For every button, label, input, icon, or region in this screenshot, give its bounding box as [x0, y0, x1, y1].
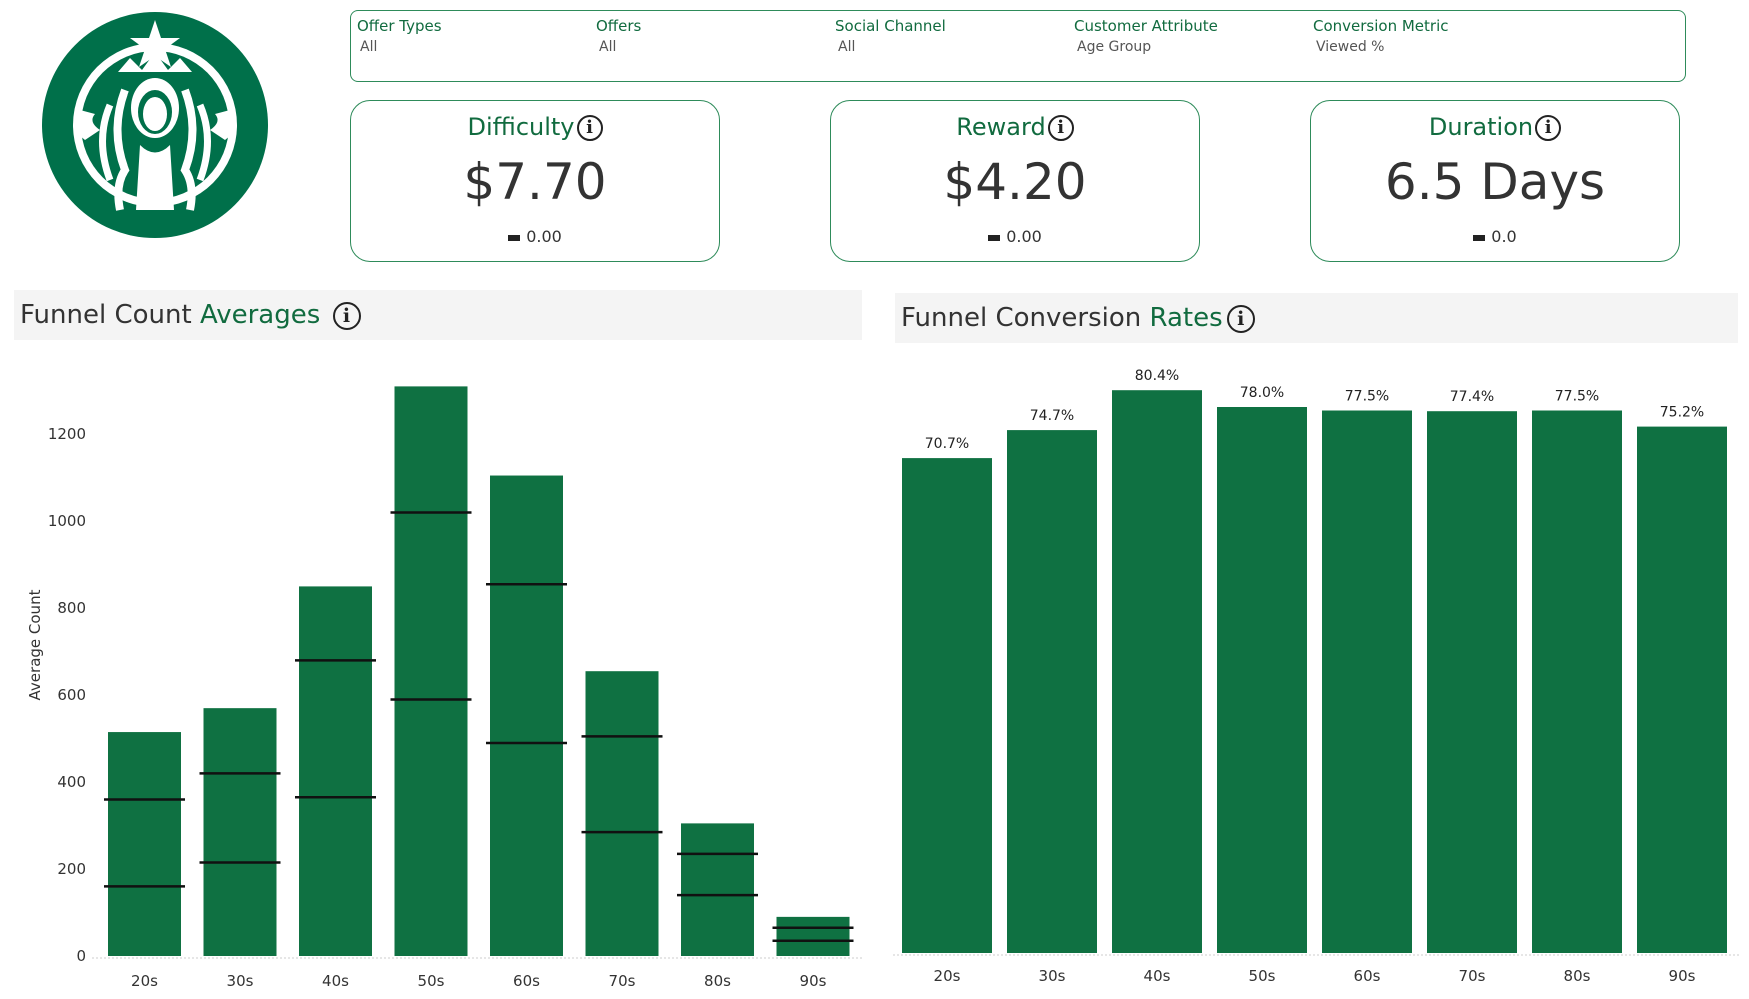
data-label: 77.5% — [1555, 389, 1599, 405]
bar — [394, 386, 468, 956]
kpi-value: $7.70 — [463, 153, 607, 211]
x-tick-label: 20s — [131, 972, 158, 990]
bar — [1637, 426, 1727, 954]
bar — [490, 475, 563, 956]
kpi-delta-value: 0.0 — [1491, 227, 1517, 246]
filter-value: All — [599, 39, 617, 55]
kpi-title-text: Duration — [1428, 113, 1534, 141]
filter-label: Social Channel — [835, 17, 946, 35]
info-icon[interactable]: i — [1535, 115, 1562, 141]
bar — [585, 671, 659, 956]
dash-icon — [988, 234, 1001, 241]
filter-value: All — [360, 39, 378, 55]
x-tick-label: 50s — [418, 972, 445, 990]
x-tick-label: 60s — [513, 972, 540, 990]
kpi-card-difficulty: Difficulty i $7.70 0.00 — [350, 100, 720, 262]
x-tick-label: 20s — [934, 967, 961, 985]
filter-label: Conversion Metric — [1313, 17, 1449, 35]
dash-icon — [1473, 234, 1486, 241]
data-label: 77.4% — [1450, 389, 1494, 405]
x-tick-label: 80s — [704, 972, 731, 990]
filter-label: Customer Attribute — [1074, 17, 1218, 35]
panel-title-accent: Rates — [1149, 303, 1223, 333]
panel-title-text: Funnel Count — [20, 300, 200, 330]
x-tick-label: 80s — [1564, 967, 1591, 985]
x-tick-label: 30s — [227, 972, 254, 990]
kpi-title: Reward i — [831, 113, 1199, 141]
info-icon[interactable]: i — [1047, 115, 1074, 141]
bar — [1217, 407, 1307, 953]
kpi-title-text: Difficulty — [467, 113, 575, 141]
info-icon[interactable]: i — [576, 115, 603, 141]
data-label: 77.5% — [1345, 389, 1389, 405]
x-tick-label: 50s — [1249, 967, 1276, 985]
y-axis-title: Average Count — [26, 589, 44, 700]
bar — [902, 458, 992, 953]
y-tick-label: 600 — [57, 686, 86, 704]
filter-value: Viewed % — [1316, 39, 1385, 55]
bar — [1322, 410, 1412, 953]
kpi-card-duration: Duration i 6.5 Days 0.0 — [1310, 100, 1680, 262]
bar — [1532, 410, 1622, 953]
kpi-delta: 0.00 — [831, 227, 1199, 246]
funnel-count-chart: Average Count 0 200 400 600 800 1000 1200 20s 30s… — [26, 386, 862, 990]
dash-icon — [508, 234, 521, 241]
data-label: 74.7% — [1030, 408, 1074, 424]
starbucks-logo — [42, 12, 268, 238]
bar — [776, 916, 850, 956]
filter-value: Age Group — [1077, 39, 1152, 55]
data-label: 80.4% — [1135, 368, 1179, 384]
x-tick-label: 60s — [1354, 967, 1381, 985]
data-label: 75.2% — [1660, 405, 1704, 421]
filter-value: All — [838, 39, 856, 55]
kpi-title: Difficulty i — [351, 113, 719, 141]
info-icon[interactable]: i — [1226, 304, 1255, 333]
panel-title-accent: Averages — [199, 300, 321, 330]
y-tick-label: 800 — [57, 599, 86, 617]
filter-social-channel[interactable]: Social Channel All — [835, 17, 1085, 55]
kpi-card-reward: Reward i $4.20 0.00 — [830, 100, 1200, 262]
x-tick-label: 70s — [1459, 967, 1486, 985]
filter-label: Offer Types — [357, 17, 442, 35]
filter-conversion-metric[interactable]: Conversion Metric Viewed % — [1313, 17, 1563, 55]
funnel-conversion-chart: 70.7% 20s 74.7% 30s 80.4% 40s 78.0% 50s 77.5% 60s… — [893, 368, 1740, 985]
x-tick-label: 70s — [609, 972, 636, 990]
panel-title-funnel-count: Funnel Count Averages i — [14, 290, 862, 340]
bar — [203, 708, 277, 956]
kpi-delta-value: 0.00 — [1006, 227, 1042, 246]
kpi-delta-value: 0.00 — [526, 227, 562, 246]
kpi-delta: 0.0 — [1311, 227, 1679, 246]
x-tick-label: 90s — [1669, 967, 1696, 985]
x-tick-label: 40s — [1144, 967, 1171, 985]
panel-title-funnel-conversion: Funnel Conversion Rates i — [895, 293, 1738, 343]
bar — [299, 586, 372, 956]
bar — [1112, 390, 1202, 953]
y-tick-label: 400 — [57, 773, 86, 791]
y-tick-label: 0 — [76, 947, 86, 965]
bar — [1427, 411, 1517, 953]
y-tick-label: 200 — [57, 860, 86, 878]
info-icon[interactable]: i — [332, 301, 361, 330]
kpi-title-text: Reward — [956, 113, 1046, 141]
kpi-value: 6.5 Days — [1384, 153, 1606, 211]
bar — [1007, 430, 1097, 954]
panel-title-text: Funnel Conversion — [901, 303, 1150, 333]
filter-customer-attribute[interactable]: Customer Attribute Age Group — [1074, 17, 1324, 55]
y-tick-label: 1000 — [48, 512, 86, 530]
filter-label: Offers — [596, 17, 642, 35]
x-tick-label: 40s — [322, 972, 349, 990]
bar — [108, 732, 181, 956]
bar — [681, 823, 754, 956]
data-label: 78.0% — [1240, 385, 1284, 401]
kpi-title: Duration i — [1311, 113, 1679, 141]
filter-bar: Offer Types All Offers All Social Channe… — [350, 10, 1686, 82]
filter-offer-types[interactable]: Offer Types All — [357, 17, 607, 55]
kpi-value: $4.20 — [943, 153, 1087, 211]
x-tick-label: 30s — [1039, 967, 1066, 985]
kpi-delta: 0.00 — [351, 227, 719, 246]
data-label: 70.7% — [925, 436, 969, 452]
x-tick-label: 90s — [800, 972, 827, 990]
filter-offers[interactable]: Offers All — [596, 17, 846, 55]
y-tick-label: 1200 — [48, 425, 86, 443]
